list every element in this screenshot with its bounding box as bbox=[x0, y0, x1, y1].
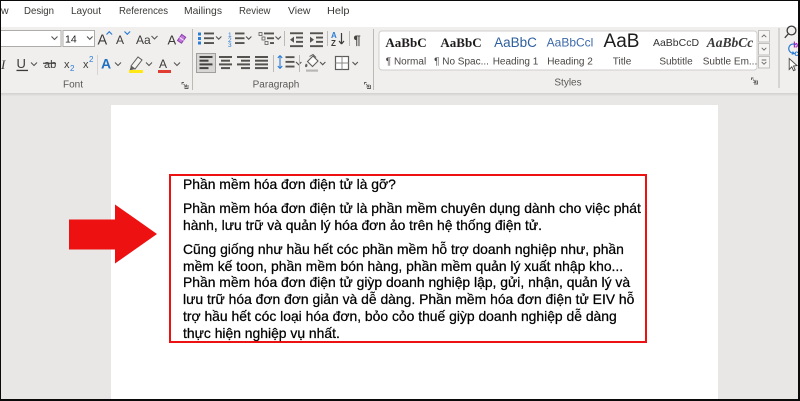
svg-text:AaBbCc: AaBbCc bbox=[706, 35, 754, 50]
svg-text:A: A bbox=[168, 33, 177, 48]
svg-text:Font: Font bbox=[63, 80, 83, 91]
svg-text:Layout: Layout bbox=[71, 5, 101, 17]
svg-text:Heading 2: Heading 2 bbox=[547, 57, 593, 68]
svg-text:c: c bbox=[794, 49, 799, 58]
svg-text:ab: ab bbox=[44, 59, 56, 71]
svg-text:References: References bbox=[119, 5, 168, 17]
svg-text:AaB: AaB bbox=[604, 31, 640, 52]
svg-text:I: I bbox=[0, 57, 6, 72]
svg-text:2: 2 bbox=[89, 55, 94, 64]
svg-text:AaBbC: AaBbC bbox=[440, 35, 481, 50]
svg-text:Mailings: Mailings bbox=[184, 5, 222, 17]
svg-text:Review: Review bbox=[239, 5, 271, 17]
svg-text:Aa: Aa bbox=[136, 33, 151, 47]
svg-text:AaBbCcl: AaBbCcl bbox=[547, 36, 594, 50]
svg-text:Design: Design bbox=[24, 5, 54, 17]
svg-text:A: A bbox=[116, 33, 124, 47]
svg-text:Paragraph: Paragraph bbox=[253, 80, 300, 91]
svg-text:U: U bbox=[17, 56, 26, 71]
svg-text:w: w bbox=[0, 5, 9, 17]
svg-text:Help: Help bbox=[327, 5, 350, 17]
svg-text:Z: Z bbox=[331, 39, 336, 48]
svg-text:View: View bbox=[288, 5, 311, 17]
svg-text:Subtle Em...: Subtle Em... bbox=[703, 57, 757, 68]
svg-text:AaBbC: AaBbC bbox=[385, 35, 426, 50]
svg-text:14: 14 bbox=[65, 34, 77, 46]
svg-text:¶ No Spac...: ¶ No Spac... bbox=[434, 57, 489, 68]
svg-text:3: 3 bbox=[228, 42, 232, 49]
svg-text:¶: ¶ bbox=[354, 33, 361, 48]
svg-text:¶ Normal: ¶ Normal bbox=[386, 57, 426, 68]
svg-text:AaBbCcD: AaBbCcD bbox=[653, 37, 700, 49]
svg-text:A: A bbox=[98, 33, 108, 49]
svg-text:Heading 1: Heading 1 bbox=[493, 57, 539, 68]
svg-text:A: A bbox=[159, 57, 167, 71]
svg-text:Styles: Styles bbox=[554, 78, 581, 89]
svg-text:Title: Title bbox=[613, 57, 632, 68]
svg-text:AaBbC: AaBbC bbox=[494, 35, 537, 50]
svg-text:A: A bbox=[101, 56, 111, 72]
svg-text:Subtitle: Subtitle bbox=[659, 57, 693, 68]
svg-text:2: 2 bbox=[70, 64, 75, 73]
